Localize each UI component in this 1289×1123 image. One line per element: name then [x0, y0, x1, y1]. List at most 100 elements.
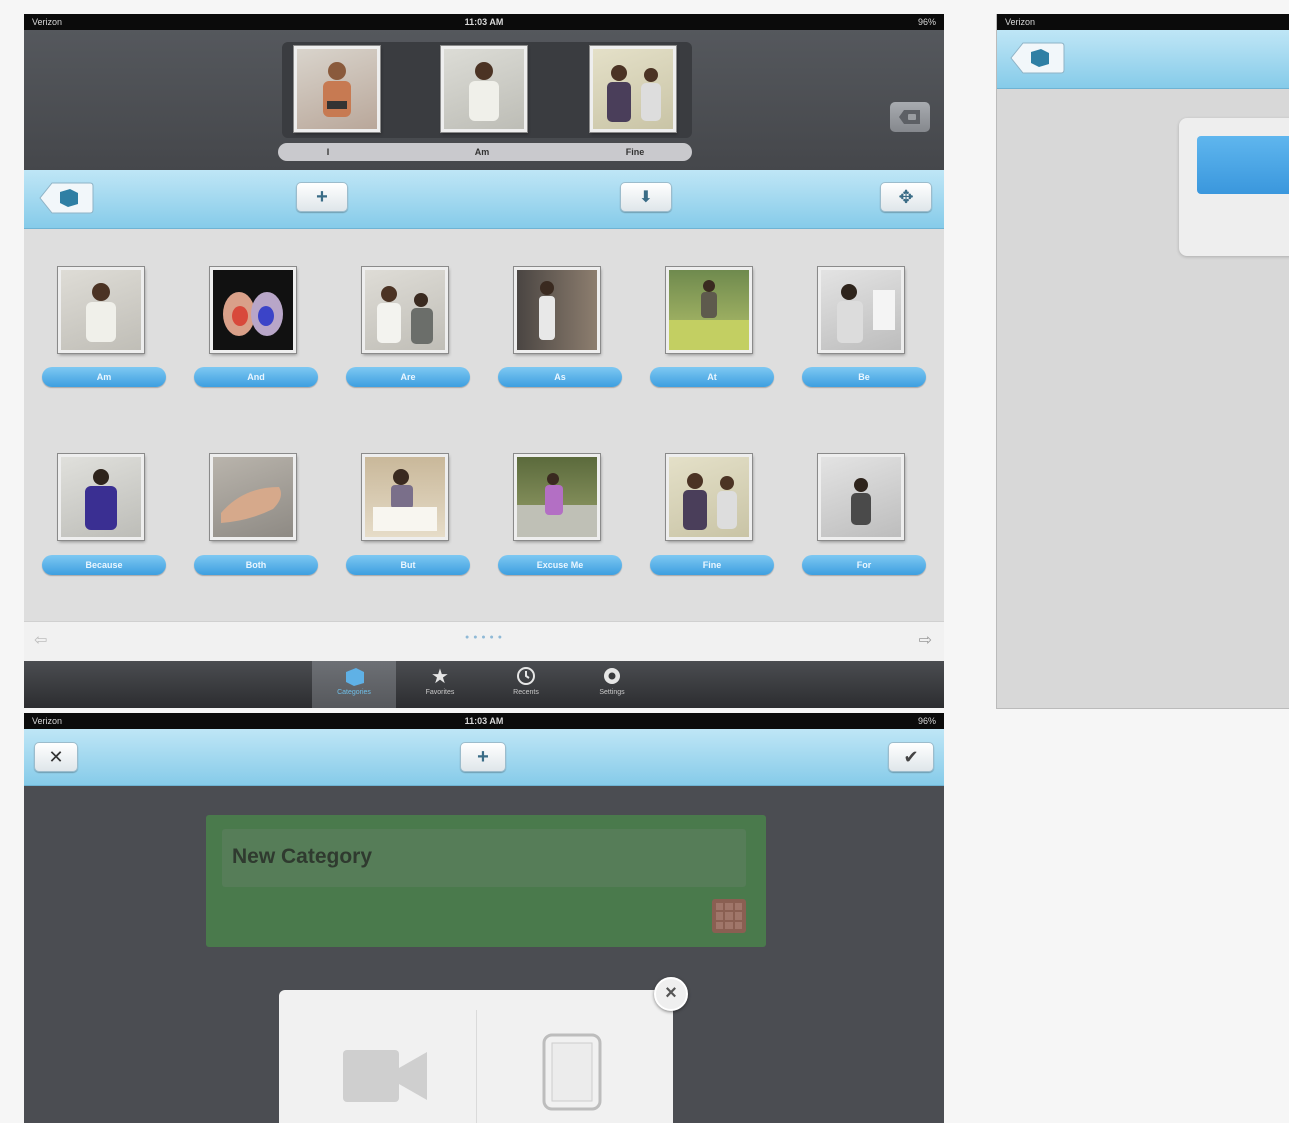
sentence-area: I Am Fine	[24, 30, 944, 170]
record-video-option[interactable]	[279, 990, 476, 1123]
cube-icon	[1031, 49, 1049, 67]
sign-thumb-and[interactable]	[209, 266, 297, 354]
tab-label: Favorites	[425, 689, 455, 696]
sign-thumb-fine[interactable]	[665, 453, 753, 541]
sign-label-both[interactable]: Both	[194, 555, 318, 575]
clear-sentence-button[interactable]	[890, 102, 930, 132]
page-dots[interactable]: ● ● ● ● ●	[24, 634, 944, 641]
add-button[interactable]: +	[460, 742, 506, 772]
download-button[interactable]: ⬇	[620, 182, 672, 212]
screen-categories: Verizon 11:03 AM 96% I Am Fine + ⬇ ✥ Am …	[24, 14, 944, 708]
cube-icon	[312, 665, 396, 689]
sign-thumb-for[interactable]	[817, 453, 905, 541]
edit-toolbar: ✕ + ✔	[24, 729, 944, 786]
sign-thumb-as[interactable]	[513, 266, 601, 354]
device-library-option[interactable]	[477, 990, 673, 1123]
sign-label-excuse-me[interactable]: Excuse Me	[498, 555, 622, 575]
cube-icon	[60, 189, 78, 207]
sign-label-am[interactable]: Am	[42, 367, 166, 387]
tab-label: Categories	[337, 689, 371, 696]
sign-thumb-am[interactable]	[57, 266, 145, 354]
tab-settings[interactable]: Settings	[570, 661, 654, 708]
hands-image	[223, 292, 283, 336]
sign-thumb-at[interactable]	[665, 266, 753, 354]
sentence-word-bar: I Am Fine	[278, 143, 692, 161]
hand-image	[221, 487, 281, 523]
sentence-word: Am	[474, 147, 490, 157]
sign-thumb-excuse-me[interactable]	[513, 453, 601, 541]
sentence-word: I	[326, 147, 330, 157]
battery-label: 96%	[917, 17, 936, 27]
two-people-image	[607, 65, 661, 122]
person-image	[539, 281, 555, 340]
person-drawing-image	[373, 469, 437, 531]
person-image	[851, 478, 871, 525]
tab-bar: Categories ★ Favorites Recents Settings	[24, 661, 944, 708]
back-arrow-shape	[1010, 42, 1065, 74]
back-button[interactable]	[1009, 42, 1065, 74]
clock-label: 11:03 AM	[464, 17, 504, 27]
categories-back-button[interactable]	[38, 182, 94, 214]
carrier-label: Verizon	[1005, 17, 1036, 27]
battery-label: 96%	[917, 716, 936, 726]
sign-thumb-both[interactable]	[209, 453, 297, 541]
sign-label-are[interactable]: Are	[346, 367, 470, 387]
tablet-icon	[542, 1033, 602, 1111]
done-button[interactable]: ✔	[888, 742, 934, 772]
add-button[interactable]: +	[296, 182, 348, 212]
sign-label-because[interactable]: Because	[42, 555, 166, 575]
person-image	[86, 283, 116, 342]
back-arrow-shape	[39, 182, 94, 214]
person-image	[85, 469, 117, 530]
pager-bar: ⇦ ● ● ● ● ● ⇨	[24, 621, 944, 662]
sentence-word: Fine	[625, 147, 645, 157]
person-image	[469, 62, 499, 121]
tab-label: Settings	[599, 689, 625, 696]
tab-label: Recents	[513, 689, 539, 696]
screen-new-category: Verizon 11:03 AM 96% ✕ + ✔ New Category …	[24, 713, 944, 1123]
toolbar	[997, 30, 1289, 89]
grid-picker-icon[interactable]	[712, 899, 746, 933]
popup-close-button[interactable]: ×	[654, 977, 688, 1011]
outdoor-people-image	[517, 473, 597, 537]
sign-thumb-because[interactable]	[57, 453, 145, 541]
screen-partial-right: Verizon	[996, 14, 1289, 709]
sign-thumb-but[interactable]	[361, 453, 449, 541]
status-bar: Verizon	[997, 14, 1289, 30]
sign-label-fine[interactable]: Fine	[650, 555, 774, 575]
category-name-field[interactable]: New Category	[222, 829, 746, 887]
main-toolbar: + ⬇ ✥	[24, 170, 944, 229]
sign-label-be[interactable]: Be	[802, 367, 926, 387]
status-bar: Verizon 11:03 AM 96%	[24, 713, 944, 729]
gear-icon	[570, 665, 654, 689]
sign-label-as[interactable]: As	[498, 367, 622, 387]
cancel-button[interactable]: ✕	[34, 742, 78, 772]
move-button[interactable]: ✥	[880, 182, 932, 212]
two-people-image	[377, 286, 433, 344]
star-icon: ★	[431, 666, 449, 688]
sign-label-for[interactable]: For	[802, 555, 926, 575]
tab-recents[interactable]: Recents	[484, 661, 568, 708]
delete-backspace-icon	[899, 110, 920, 124]
next-page-arrow-icon[interactable]: ⇨	[919, 630, 932, 650]
tab-categories[interactable]: Categories	[312, 661, 396, 708]
tab-favorites[interactable]: ★ Favorites	[398, 661, 482, 708]
clock-icon	[484, 665, 568, 689]
sign-label-at[interactable]: At	[650, 367, 774, 387]
category-panel: New Category	[206, 815, 766, 947]
sentence-thumb-fine[interactable]	[589, 45, 677, 133]
sentence-thumb-am[interactable]	[440, 45, 528, 133]
outdoor-person-image	[669, 280, 749, 350]
sign-label-and[interactable]: And	[194, 367, 318, 387]
sign-grid: Am And Are As At Be Because Both But Exc…	[24, 229, 944, 621]
person-image	[323, 62, 351, 117]
sign-thumb-are[interactable]	[361, 266, 449, 354]
dialog-card	[1179, 118, 1289, 256]
person-image	[837, 284, 895, 343]
category-name-text: New Category	[232, 845, 373, 868]
media-source-popup	[279, 990, 673, 1123]
primary-action-button[interactable]	[1197, 136, 1289, 194]
sign-label-but[interactable]: But	[346, 555, 470, 575]
sign-thumb-be[interactable]	[817, 266, 905, 354]
sentence-thumb-i[interactable]	[293, 45, 381, 133]
